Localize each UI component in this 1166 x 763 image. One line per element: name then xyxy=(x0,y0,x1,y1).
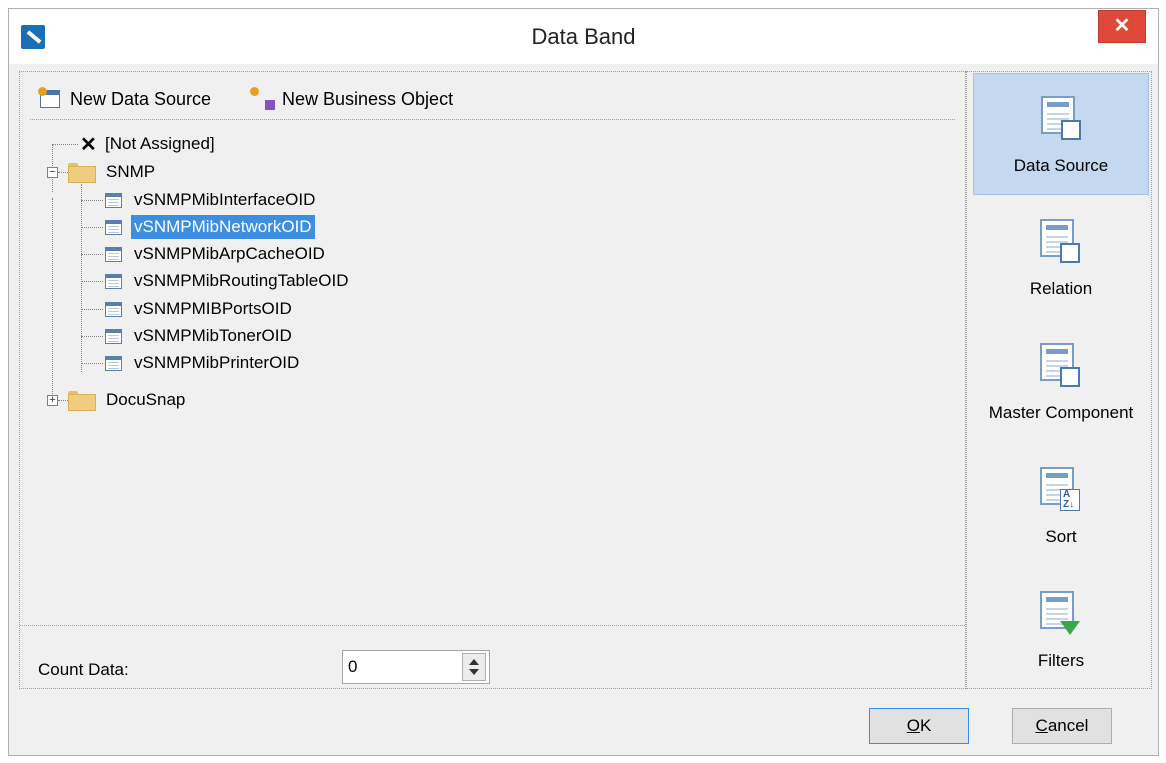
table-icon xyxy=(105,301,122,317)
spin-up-icon[interactable] xyxy=(469,659,479,665)
tree-connector xyxy=(81,254,103,255)
tree-node-label: [Not Assigned] xyxy=(105,134,215,153)
tree-node-label: vSNMPMibArpCacheOID xyxy=(134,244,325,263)
tree-node-label-selected: vSNMPMibNetworkOID xyxy=(131,215,315,239)
tree-node-label: vSNMPMIBPortsOID xyxy=(134,299,292,318)
folder-icon xyxy=(68,163,96,183)
new-business-object-label: New Business Object xyxy=(282,88,454,109)
new-data-source-button[interactable]: New Data Source xyxy=(38,86,211,112)
table-icon xyxy=(105,192,122,208)
tree-node-table[interactable]: vSNMPMIBPortsOID xyxy=(105,296,295,322)
tree-connector xyxy=(52,144,78,145)
close-button[interactable]: ✕ xyxy=(1098,10,1146,43)
tree-connector xyxy=(58,172,68,173)
new-business-object-icon xyxy=(250,87,276,111)
nav-label: Data Source xyxy=(1013,156,1109,175)
ok-button[interactable]: OK xyxy=(869,708,969,744)
nav-data-source[interactable]: Data Source xyxy=(973,73,1149,195)
folder-icon xyxy=(68,391,96,411)
tree-node-table[interactable]: vSNMPMibPrinterOID xyxy=(105,350,302,376)
nav-label: Filters xyxy=(1037,651,1085,670)
data-source-panel: New Data Source New Business Object ✕ [N… xyxy=(19,71,966,689)
nav-label: Relation xyxy=(1029,279,1093,298)
table-icon xyxy=(105,273,122,289)
new-business-object-button[interactable]: New Business Object xyxy=(250,86,453,112)
table-icon xyxy=(105,246,122,262)
new-data-source-icon xyxy=(38,87,64,111)
title-bar: Data Band ✕ xyxy=(9,9,1158,64)
tree-node-label: SNMP xyxy=(106,162,156,181)
tree-node-snmp[interactable]: SNMP xyxy=(68,159,158,185)
nav-master-component[interactable]: Master Component xyxy=(973,321,1149,443)
nav-relation[interactable]: Relation xyxy=(973,197,1149,319)
nav-label: Master Component xyxy=(988,403,1134,422)
collapse-icon[interactable]: − xyxy=(47,167,58,178)
tree-connector xyxy=(81,336,103,337)
master-component-icon xyxy=(1040,343,1080,387)
tree-node-label: vSNMPMibInterfaceOID xyxy=(134,190,316,209)
tree-connector xyxy=(81,309,103,310)
table-icon xyxy=(105,355,122,371)
relation-icon xyxy=(1040,219,1080,263)
tree-node-table[interactable]: vSNMPMibRoutingTableOID xyxy=(105,268,351,294)
tree-connector xyxy=(52,198,53,400)
cancel-button[interactable]: Cancel xyxy=(1012,708,1112,744)
tree-connector xyxy=(81,281,103,282)
count-data-spinner[interactable] xyxy=(462,653,486,681)
sort-icon: A Z↓ xyxy=(1040,467,1080,511)
tree-connector xyxy=(81,363,103,364)
nav-label: Sort xyxy=(1045,527,1077,546)
tree-node-label: vSNMPMibTonerOID xyxy=(134,326,292,345)
tree-node-docusnap[interactable]: DocuSnap xyxy=(68,387,188,413)
tree-connector xyxy=(58,400,68,401)
tree-node-label: vSNMPMibRoutingTableOID xyxy=(134,271,349,290)
tree-node-table[interactable]: vSNMPMibTonerOID xyxy=(105,323,295,349)
data-source-icon xyxy=(1041,96,1081,140)
tree-node-table[interactable]: vSNMPMibInterfaceOID xyxy=(105,187,318,213)
tree-node-table[interactable]: vSNMPMibNetworkOID xyxy=(105,214,315,240)
tree-node-not-assigned[interactable]: ✕ [Not Assigned] xyxy=(80,131,218,157)
dialog-footer: OK Cancel xyxy=(9,689,1158,757)
nav-sort[interactable]: A Z↓ Sort xyxy=(973,445,1149,567)
data-band-dialog: Data Band ✕ New Data Source New Business… xyxy=(8,8,1159,756)
navigation-panel: Data Source Relation Master Component AZ… xyxy=(966,71,1152,689)
tree-connector xyxy=(81,200,103,201)
dialog-title: Data Band xyxy=(531,24,636,49)
nav-filters[interactable]: Filters xyxy=(973,569,1149,691)
spin-down-icon[interactable] xyxy=(469,669,479,675)
expand-icon[interactable]: + xyxy=(47,395,58,406)
tree-node-label: vSNMPMibPrinterOID xyxy=(134,353,300,372)
tree-connector xyxy=(81,184,82,372)
data-source-tree[interactable]: ✕ [Not Assigned] − SNMP vSNMPMibInterfac… xyxy=(30,119,955,624)
tree-node-table[interactable]: vSNMPMibArpCacheOID xyxy=(105,241,328,267)
count-data-label: Count Data: xyxy=(38,660,129,679)
new-data-source-label: New Data Source xyxy=(70,88,212,109)
filters-icon xyxy=(1040,591,1080,635)
table-icon xyxy=(105,219,122,235)
count-data-row: Count Data: xyxy=(20,625,965,689)
close-x-icon: ✕ xyxy=(80,133,97,156)
tree-connector xyxy=(81,227,103,228)
tree-node-label: DocuSnap xyxy=(106,390,186,409)
table-icon xyxy=(105,328,122,344)
